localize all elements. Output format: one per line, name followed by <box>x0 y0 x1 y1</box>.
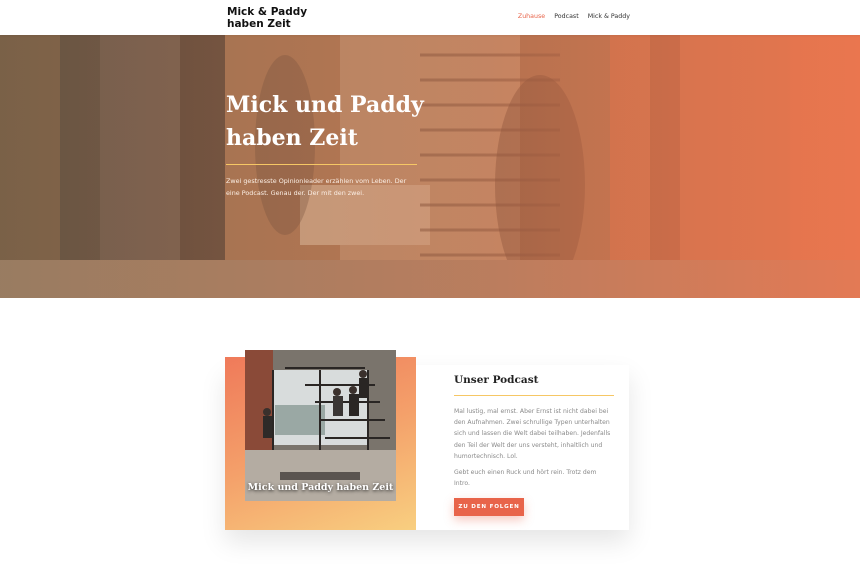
nav-item-podcast[interactable]: Podcast <box>554 13 579 20</box>
hero-divider <box>226 164 417 165</box>
podcast-divider <box>454 395 614 396</box>
podcast-call-to-action-text: Gebt euch einen Ruck und hört rein. Trot… <box>454 469 597 488</box>
main-nav: Zuhause Podcast Mick & Paddy <box>518 13 630 20</box>
nav-item-mick-paddy[interactable]: Mick & Paddy <box>588 13 630 20</box>
hero-subtitle: Zwei gestresste Opinionleader erzählen v… <box>226 177 407 197</box>
site-logo[interactable]: Mick & Paddy haben Zeit <box>227 6 317 30</box>
site-header: Mick & Paddy haben Zeit Zuhause Podcast … <box>0 0 860 35</box>
podcast-cover-title: Mick und Paddy haben Zeit <box>247 482 394 493</box>
podcast-heading: Unser Podcast <box>454 374 539 386</box>
podcast-cover-photo <box>245 350 396 501</box>
podcast-description: Mal lustig, mal ernst. Aber Ernst ist ni… <box>454 408 611 460</box>
hero-gradient-overlay <box>0 35 860 298</box>
nav-item-zuhause[interactable]: Zuhause <box>518 13 545 20</box>
podcast-cover[interactable]: Mick und Paddy haben Zeit <box>245 350 396 501</box>
episodes-button[interactable]: ZU DEN FOLGEN <box>454 498 524 516</box>
hero-title: Mick und Paddy haben Zeit <box>226 92 424 151</box>
hero-section: Mick und Paddy haben Zeit Zwei gestresst… <box>0 35 860 298</box>
